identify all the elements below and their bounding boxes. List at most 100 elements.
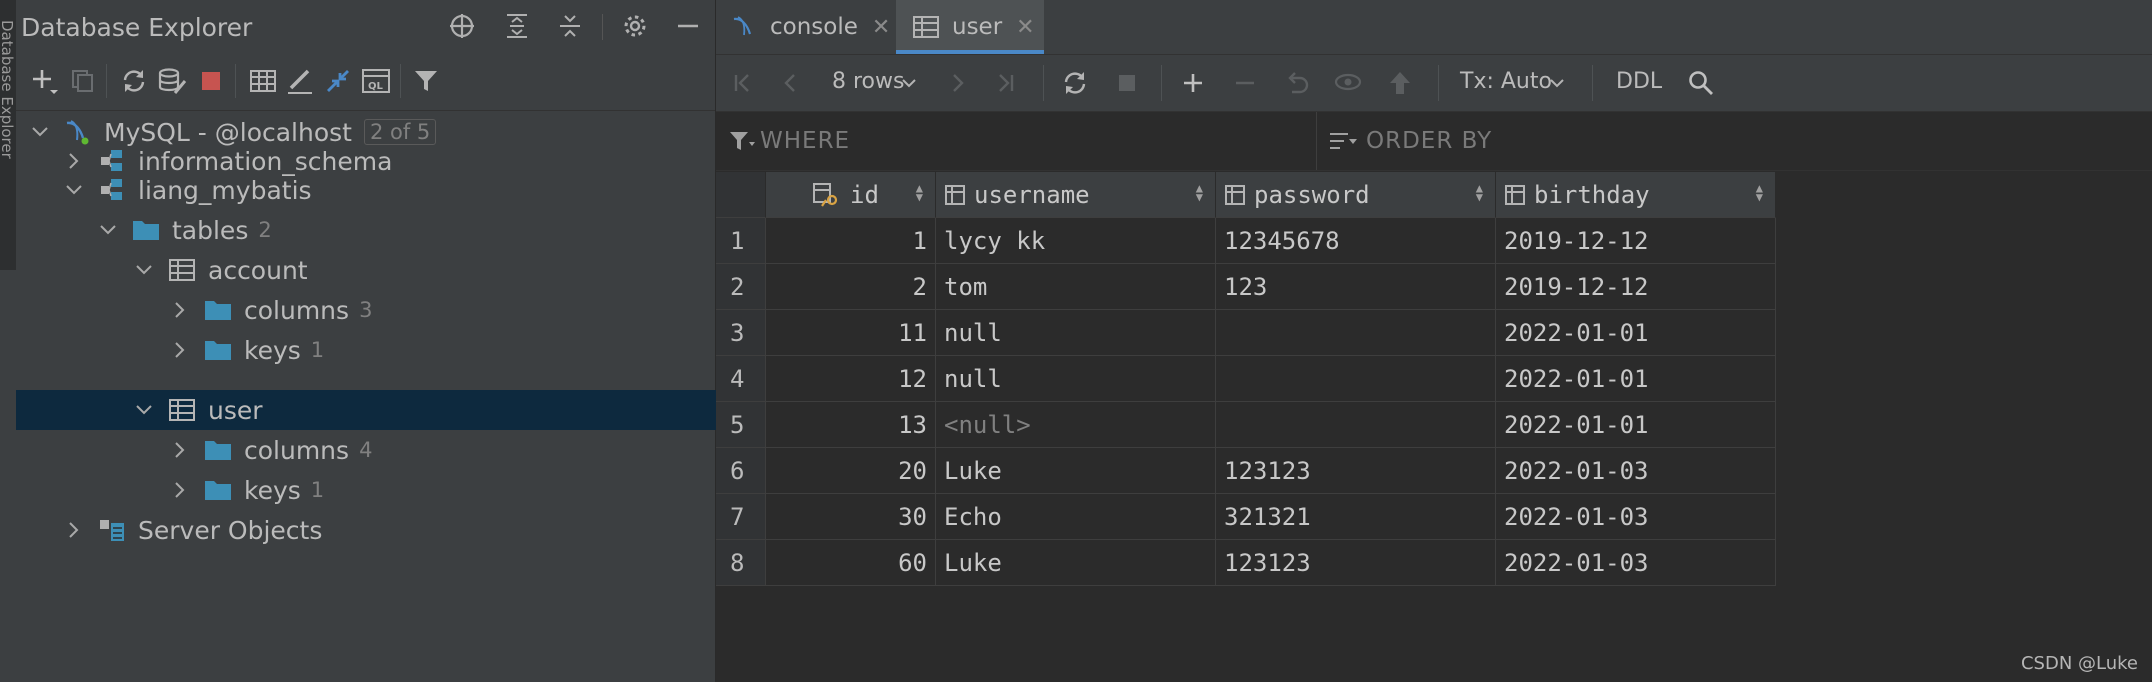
- ddl-button[interactable]: DDL: [1616, 69, 1662, 94]
- column-header-password[interactable]: password ▲ ▼: [1216, 172, 1496, 218]
- database-explorer-stripe-tab[interactable]: Database Explorer: [0, 0, 16, 270]
- close-icon[interactable]: ✕: [872, 15, 890, 40]
- sort-toggle-icon[interactable]: ▲ ▼: [1476, 182, 1483, 203]
- table-cell-username[interactable]: Echo: [936, 494, 1216, 540]
- chevron-down-icon[interactable]: [30, 122, 50, 142]
- add-row-icon[interactable]: [1174, 65, 1212, 101]
- table-cell-birthday[interactable]: 2019-12-12: [1496, 218, 1776, 264]
- add-icon[interactable]: [26, 63, 64, 99]
- expand-all-icon[interactable]: [499, 8, 535, 44]
- table-cell-password[interactable]: [1216, 310, 1496, 356]
- table-cell-birthday[interactable]: 2022-01-03: [1496, 540, 1776, 586]
- table-cell-id[interactable]: 20: [766, 448, 936, 494]
- tree-node-user[interactable]: user: [16, 390, 833, 430]
- collapse-all-icon[interactable]: [552, 8, 588, 44]
- revert-icon[interactable]: [1278, 65, 1316, 101]
- stop-icon[interactable]: [192, 63, 230, 99]
- preview-changes-icon[interactable]: [1329, 65, 1367, 101]
- chevron-down-icon[interactable]: [134, 400, 154, 420]
- table-cell-id[interactable]: 12: [766, 356, 936, 402]
- table-cell-birthday[interactable]: 2022-01-01: [1496, 356, 1776, 402]
- locate-icon[interactable]: [444, 8, 480, 44]
- row-number[interactable]: 2: [716, 264, 766, 310]
- table-cell-password[interactable]: [1216, 402, 1496, 448]
- refresh-icon[interactable]: [115, 63, 153, 99]
- column-header-id[interactable]: id ▲ ▼: [766, 172, 936, 218]
- edit-icon[interactable]: [281, 63, 319, 99]
- table-cell-username[interactable]: lycy kk: [936, 218, 1216, 264]
- chevron-right-icon[interactable]: [170, 440, 190, 460]
- transaction-mode-label[interactable]: Tx: Auto: [1460, 69, 1552, 94]
- rows-count-label[interactable]: 8 rows: [832, 69, 904, 94]
- tree-node-account[interactable]: account: [16, 250, 833, 290]
- sort-toggle-icon[interactable]: ▲ ▼: [1196, 182, 1203, 203]
- chevron-right-icon[interactable]: [64, 151, 84, 171]
- table-cell-birthday[interactable]: 2022-01-01: [1496, 402, 1776, 448]
- chevron-right-icon[interactable]: [170, 300, 190, 320]
- jump-to-source-icon[interactable]: [319, 63, 357, 99]
- column-header-username[interactable]: username ▲ ▼: [936, 172, 1216, 218]
- row-number[interactable]: 7: [716, 494, 766, 540]
- row-number[interactable]: 5: [716, 402, 766, 448]
- table-editor-icon[interactable]: [244, 63, 282, 99]
- table-cell-id[interactable]: 13: [766, 402, 936, 448]
- tab-user[interactable]: user ✕: [896, 0, 1044, 54]
- table-cell-birthday[interactable]: 2022-01-03: [1496, 494, 1776, 540]
- sort-toggle-icon[interactable]: ▲ ▼: [916, 182, 923, 203]
- chevron-down-icon[interactable]: [898, 65, 920, 101]
- row-number[interactable]: 1: [716, 218, 766, 264]
- tree-node-server-objects[interactable]: Server Objects: [16, 510, 763, 550]
- delete-row-icon[interactable]: [1226, 65, 1264, 101]
- column-header-birthday[interactable]: birthday ▲ ▼: [1496, 172, 1776, 218]
- tab-console[interactable]: console ✕: [716, 0, 894, 54]
- chevron-down-icon[interactable]: [134, 260, 154, 280]
- table-cell-birthday[interactable]: 2022-01-01: [1496, 310, 1776, 356]
- table-cell-password[interactable]: 123123: [1216, 540, 1496, 586]
- close-icon[interactable]: ✕: [1016, 15, 1034, 40]
- gear-icon[interactable]: [617, 8, 653, 44]
- table-cell-username[interactable]: null: [936, 310, 1216, 356]
- table-cell-id[interactable]: 30: [766, 494, 936, 540]
- row-number[interactable]: 6: [716, 448, 766, 494]
- table-cell-id[interactable]: 11: [766, 310, 936, 356]
- first-page-icon[interactable]: [724, 65, 762, 101]
- table-cell-username[interactable]: <null>: [936, 402, 1216, 448]
- chevron-right-icon[interactable]: [64, 520, 84, 540]
- table-cell-password[interactable]: 123: [1216, 264, 1496, 310]
- submit-icon[interactable]: [1381, 65, 1419, 101]
- table-cell-birthday[interactable]: 2019-12-12: [1496, 264, 1776, 310]
- table-cell-password[interactable]: 321321: [1216, 494, 1496, 540]
- table-cell-username[interactable]: tom: [936, 264, 1216, 310]
- duplicate-icon[interactable]: [64, 63, 102, 99]
- table-cell-id[interactable]: 60: [766, 540, 936, 586]
- chevron-down-icon[interactable]: [64, 180, 84, 200]
- tree-node-tables[interactable]: tables 2: [16, 210, 797, 250]
- tree-node-liang-mybatis[interactable]: liang_mybatis: [16, 170, 763, 210]
- search-icon[interactable]: [1682, 65, 1720, 101]
- table-cell-username[interactable]: null: [936, 356, 1216, 402]
- filter-icon[interactable]: [407, 63, 445, 99]
- last-page-icon[interactable]: [986, 65, 1024, 101]
- row-number[interactable]: 4: [716, 356, 766, 402]
- table-cell-password[interactable]: [1216, 356, 1496, 402]
- refresh-icon[interactable]: [1056, 65, 1094, 101]
- query-console-icon[interactable]: QL: [357, 63, 395, 99]
- order-by-field[interactable]: ORDER BY: [1328, 112, 1728, 170]
- sort-toggle-icon[interactable]: ▲ ▼: [1756, 182, 1763, 203]
- table-cell-birthday[interactable]: 2022-01-03: [1496, 448, 1776, 494]
- row-number[interactable]: 8: [716, 540, 766, 586]
- where-filter-field[interactable]: WHERE: [728, 112, 1148, 170]
- table-cell-id[interactable]: 1: [766, 218, 936, 264]
- stop-icon[interactable]: [1108, 65, 1146, 101]
- chevron-down-icon[interactable]: [1546, 65, 1568, 101]
- table-cell-username[interactable]: Luke: [936, 540, 1216, 586]
- previous-page-icon[interactable]: [772, 65, 810, 101]
- table-cell-password[interactable]: 12345678: [1216, 218, 1496, 264]
- data-source-properties-icon[interactable]: [153, 63, 191, 99]
- row-number[interactable]: 3: [716, 310, 766, 356]
- table-cell-password[interactable]: 123123: [1216, 448, 1496, 494]
- next-page-icon[interactable]: [938, 65, 976, 101]
- minimize-icon[interactable]: [670, 8, 706, 44]
- table-cell-username[interactable]: Luke: [936, 448, 1216, 494]
- chevron-right-icon[interactable]: [170, 480, 190, 500]
